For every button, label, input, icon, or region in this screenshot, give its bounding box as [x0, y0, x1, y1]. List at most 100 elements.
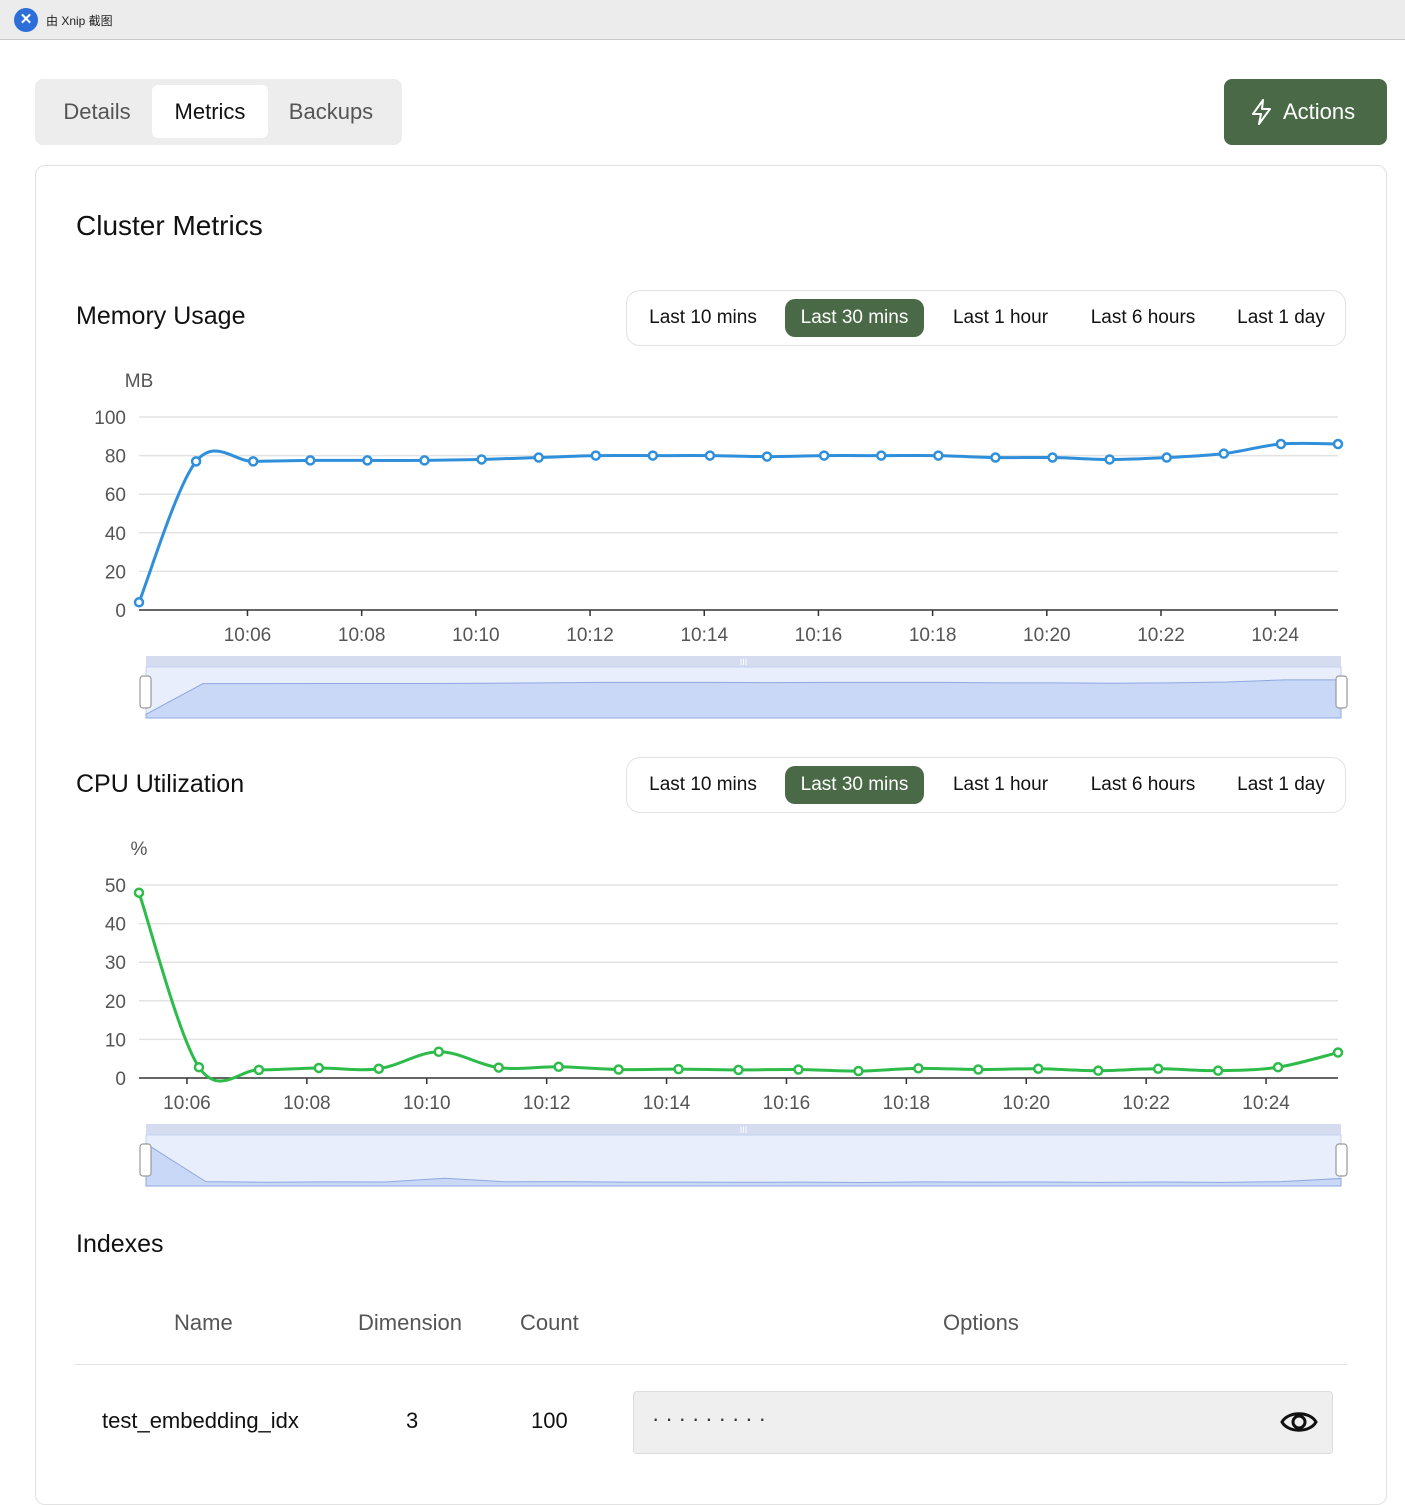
- tab-backups[interactable]: Backups: [272, 85, 390, 138]
- tab-metrics[interactable]: Metrics: [152, 85, 268, 138]
- col-header-dimension: Dimension: [358, 1310, 462, 1335]
- cpu-title: CPU Utilization: [76, 770, 245, 798]
- x-tick-label: 10:18: [909, 625, 957, 646]
- y-tick-label: 50: [105, 876, 126, 897]
- data-point: [1332, 438, 1344, 450]
- x-tick-label: 10:22: [1122, 1093, 1170, 1114]
- data-point: [761, 451, 773, 462]
- data-point: [133, 887, 145, 898]
- data-point: [647, 450, 659, 461]
- x-tick-label: 10:20: [1023, 625, 1071, 646]
- data-point: [253, 1064, 265, 1076]
- x-tick-label: 10:24: [1251, 625, 1299, 646]
- x-tick-label: 10:20: [1002, 1093, 1050, 1114]
- data-point: [476, 454, 487, 465]
- data-point: [1033, 1063, 1044, 1074]
- indexes-title: Indexes: [76, 1230, 164, 1258]
- x-tick-label: 10:14: [680, 625, 728, 646]
- x-tick-label: 10:08: [338, 625, 386, 646]
- data-point: [613, 1064, 624, 1075]
- zoom-handle-left: [139, 1143, 152, 1177]
- col-header-options: Options: [943, 1310, 1019, 1335]
- data-point: [704, 450, 716, 461]
- options-masked-value: ·········: [652, 1406, 772, 1431]
- y-tick-label: 40: [105, 524, 126, 545]
- memory-range-6h[interactable]: Last 6 hours: [1075, 299, 1211, 337]
- y-tick-label: 10: [105, 1030, 126, 1051]
- col-header-count: Count: [520, 1310, 579, 1335]
- memory-range-1h[interactable]: Last 1 hour: [938, 299, 1063, 337]
- y-tick-label: 20: [105, 562, 126, 583]
- zoom-handle-right: [1335, 675, 1348, 709]
- zoom-slider-grip-icon: III: [740, 657, 748, 667]
- cpu-utilization-chart[interactable]: %50 40 30 20 10 0 10:06 10:08 10:10 10:12 10:14 10:…: [0, 828, 1405, 1198]
- lightning-icon: [1252, 99, 1271, 125]
- y-tick-label: 30: [105, 953, 126, 974]
- x-tick-label: 10:16: [795, 625, 843, 646]
- data-point: [533, 452, 544, 463]
- y-axis-unit: MB: [125, 371, 154, 392]
- cpu-range-1d[interactable]: Last 1 day: [1223, 766, 1339, 804]
- data-point: [973, 1064, 984, 1075]
- cpu-range-30m[interactable]: Last 30 mins: [785, 766, 924, 804]
- table-divider: [75, 1364, 1347, 1365]
- data-point: [1272, 1061, 1284, 1073]
- zoom-slider-grip-icon: III: [740, 1125, 748, 1135]
- memory-usage-chart[interactable]: MB 100 80 60 40 20 0 10:06 10:08 10:10 10:12 10:14 1…: [0, 360, 1405, 730]
- data-point: [247, 456, 259, 467]
- y-tick-label: 40: [105, 915, 126, 936]
- index-options-field[interactable]: ·········: [633, 1391, 1333, 1454]
- eye-icon[interactable]: [1280, 1406, 1318, 1438]
- y-tick-label: 20: [105, 992, 126, 1013]
- cpu-range-6h[interactable]: Last 6 hours: [1075, 766, 1211, 804]
- actions-button[interactable]: Actions: [1224, 79, 1387, 145]
- data-point: [793, 1064, 804, 1075]
- data-point: [733, 1064, 744, 1076]
- memory-range-30m[interactable]: Last 30 mins: [785, 299, 924, 337]
- data-point: [1161, 452, 1172, 463]
- cpu-range-1h[interactable]: Last 1 hour: [938, 766, 1063, 804]
- page-title: Cluster Metrics: [76, 210, 263, 241]
- y-tick-label: 0: [115, 1069, 126, 1090]
- data-point: [419, 455, 430, 466]
- data-point: [933, 450, 944, 461]
- x-tick-label: 10:24: [1242, 1093, 1290, 1114]
- data-point: [818, 450, 830, 461]
- y-tick-label: 60: [105, 485, 126, 506]
- x-tick-label: 10:18: [883, 1093, 931, 1114]
- data-point: [313, 1062, 325, 1074]
- y-tick-label: 0: [115, 601, 126, 622]
- memory-range-selector: Last 10 mins Last 30 mins Last 1 hour La…: [626, 290, 1346, 346]
- col-header-name: Name: [174, 1310, 233, 1335]
- data-point: [305, 455, 316, 466]
- y-tick-label: 80: [105, 447, 126, 468]
- x-tick-label: 10:16: [763, 1093, 811, 1114]
- data-point: [1275, 438, 1287, 450]
- x-tick-label: 10:06: [224, 625, 272, 646]
- data-point: [133, 597, 145, 608]
- memory-range-10m[interactable]: Last 10 mins: [635, 299, 771, 337]
- cpu-range-selector: Last 10 mins Last 30 mins Last 1 hour La…: [626, 757, 1346, 813]
- data-point: [1332, 1047, 1344, 1058]
- data-point: [673, 1063, 684, 1075]
- data-point: [1092, 1065, 1104, 1076]
- x-tick-label: 10:10: [403, 1093, 451, 1114]
- tab-bar: Details Metrics Backups: [35, 79, 402, 145]
- x-tick-label: 10:12: [523, 1093, 571, 1114]
- y-tick-label: 100: [94, 408, 126, 429]
- memory-range-1d[interactable]: Last 1 day: [1223, 299, 1339, 337]
- x-tick-label: 10:22: [1137, 625, 1185, 646]
- data-point: [1104, 454, 1115, 465]
- index-count-cell: 100: [531, 1408, 568, 1433]
- data-point: [990, 452, 1001, 463]
- data-point: [1152, 1063, 1164, 1074]
- tab-details[interactable]: Details: [44, 85, 150, 138]
- zoom-handle-right: [1335, 1143, 1348, 1177]
- zoom-slider-area: [145, 679, 1342, 719]
- cpu-range-10m[interactable]: Last 10 mins: [635, 766, 771, 804]
- data-point: [362, 455, 373, 466]
- data-point: [493, 1062, 504, 1073]
- data-point: [193, 1061, 205, 1073]
- data-point: [373, 1063, 385, 1074]
- window-title: 由 Xnip 截图: [46, 14, 113, 28]
